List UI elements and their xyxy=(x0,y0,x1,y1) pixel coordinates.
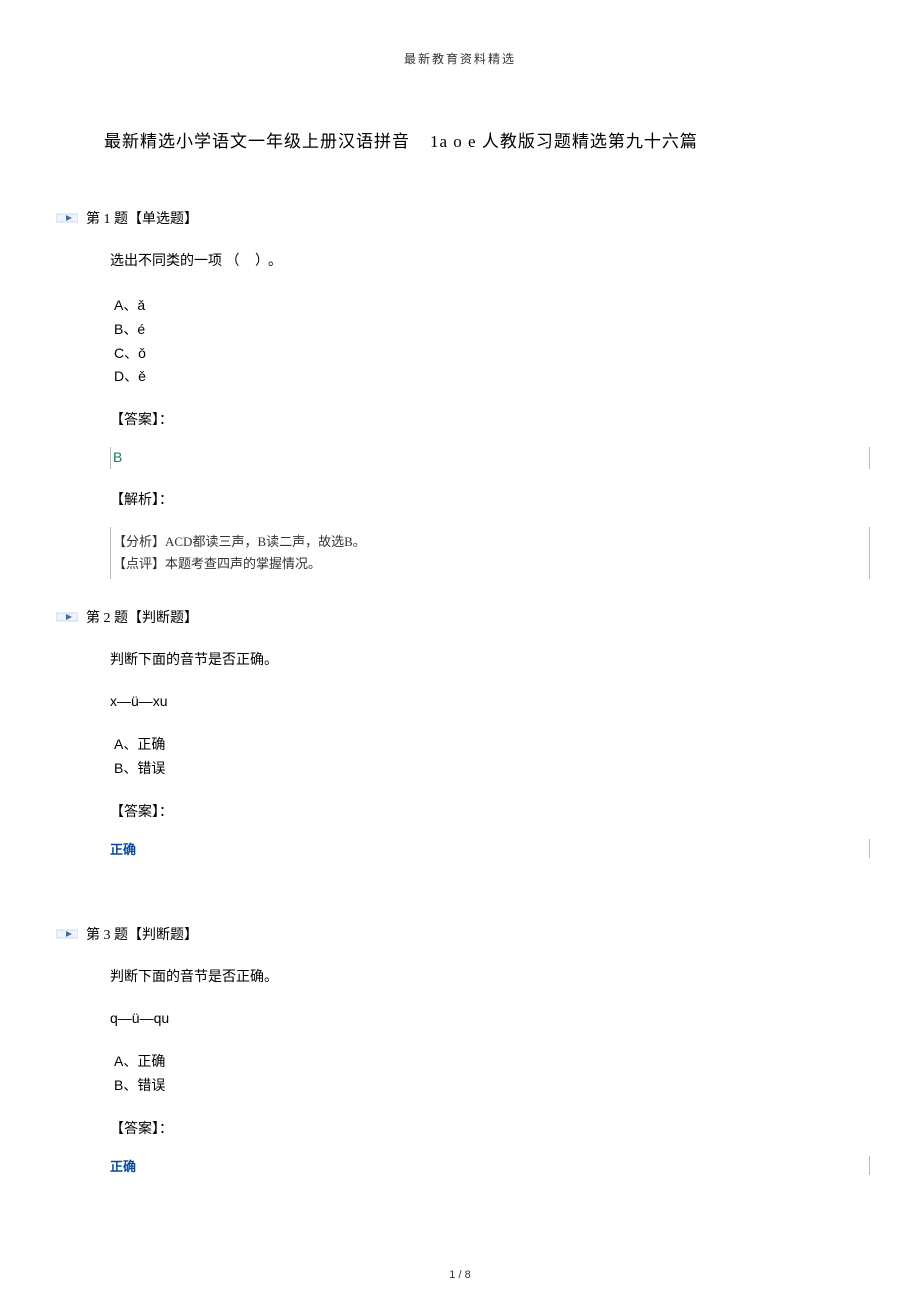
q2-option-a-label: A、 xyxy=(114,736,137,752)
option-c-label: C、 xyxy=(114,345,138,361)
answer-badge: 正确 xyxy=(110,1156,870,1175)
option-a-value: ǎ xyxy=(137,297,145,313)
q3-option-a-value: 正确 xyxy=(137,1053,165,1069)
q2-option-a-value: 正确 xyxy=(137,736,165,752)
pointer-icon xyxy=(56,211,78,225)
option-b-label: B、 xyxy=(114,321,137,337)
q1-prompt-paren: （ ）。 xyxy=(226,254,289,269)
option-a: A、ǎ xyxy=(114,294,850,318)
question-1-body: 选出不同类的一项 （ ）。 A、ǎ B、é C、ǒ D、ě 【答案】： B 【解… xyxy=(110,250,850,579)
page-header: 最新教育资料精选 xyxy=(70,50,850,67)
option-d-label: D、 xyxy=(114,368,138,384)
question-2-label: 第 2 题【判断题】 xyxy=(86,607,198,627)
question-3-options: A、正确 B、错误 xyxy=(114,1050,850,1098)
q3-option-b-value: 错误 xyxy=(137,1077,165,1093)
option-a: A、正确 xyxy=(114,1050,850,1074)
option-c: C、ǒ xyxy=(114,342,850,366)
analysis-line-2: 【点评】本题考查四声的掌握情况。 xyxy=(113,553,865,575)
analysis-label: 【解析】： xyxy=(110,489,850,509)
option-b: B、错误 xyxy=(114,1074,850,1098)
option-d: D、ě xyxy=(114,365,850,389)
page-content: 最新教育资料精选 最新精选小学语文一年级上册汉语拼音 1a o e 人教版习题精选… xyxy=(0,0,920,1251)
question-3-prompt: 判断下面的音节是否正确。 xyxy=(110,966,850,986)
analysis-box: 【分析】ACD都读三声，B读二声，故选B。 【点评】本题考查四声的掌握情况。 xyxy=(110,527,870,579)
q3-option-b-label: B、 xyxy=(114,1077,137,1093)
question-3-label: 第 3 题【判断题】 xyxy=(86,924,198,944)
question-1-options: A、ǎ B、é C、ǒ D、ě xyxy=(114,294,850,389)
option-b: B、é xyxy=(114,318,850,342)
q2-option-b-value: 错误 xyxy=(137,760,165,776)
title-part2: 1a o e 人教版习题精选第九十六篇 xyxy=(430,132,698,151)
option-b-value: é xyxy=(137,321,145,337)
pointer-icon xyxy=(56,610,78,624)
option-a: A、正确 xyxy=(114,733,850,757)
question-2-syllable: x—ü—xu xyxy=(110,693,850,709)
question-2-options: A、正确 B、错误 xyxy=(114,733,850,781)
analysis-line-1: 【分析】ACD都读三声，B读二声，故选B。 xyxy=(113,531,865,553)
q1-prompt-text: 选出不同类的一项 xyxy=(110,254,222,269)
q2-option-b-label: B、 xyxy=(114,760,137,776)
question-1-label: 第 1 题【单选题】 xyxy=(86,208,198,228)
option-a-label: A、 xyxy=(114,297,137,313)
answer-label: 【答案】： xyxy=(110,801,850,821)
question-1-header: 第 1 题【单选题】 xyxy=(56,208,850,228)
option-c-value: ǒ xyxy=(138,345,146,361)
q3-option-a-label: A、 xyxy=(114,1053,137,1069)
question-3-syllable: q—ü—qu xyxy=(110,1010,850,1026)
page-number: 1 / 8 xyxy=(0,1269,920,1281)
option-d-value: ě xyxy=(138,368,146,384)
answer-badge: 正确 xyxy=(110,839,870,858)
document-title: 最新精选小学语文一年级上册汉语拼音 1a o e 人教版习题精选第九十六篇 xyxy=(104,127,850,152)
question-2-body: 判断下面的音节是否正确。 x—ü—xu A、正确 B、错误 【答案】： 正确 xyxy=(110,649,850,894)
question-2-prompt: 判断下面的音节是否正确。 xyxy=(110,649,850,669)
title-part1: 最新精选小学语文一年级上册汉语拼音 xyxy=(104,132,410,151)
answer-label: 【答案】： xyxy=(110,409,850,429)
answer-box: B xyxy=(110,447,870,469)
question-1-prompt: 选出不同类的一项 （ ）。 xyxy=(110,250,850,270)
question-3-body: 判断下面的音节是否正确。 q—ü—qu A、正确 B、错误 【答案】： 正确 xyxy=(110,966,850,1211)
pointer-icon xyxy=(56,927,78,941)
question-2-header: 第 2 题【判断题】 xyxy=(56,607,850,627)
option-b: B、错误 xyxy=(114,757,850,781)
question-3-header: 第 3 题【判断题】 xyxy=(56,924,850,944)
answer-value: B xyxy=(113,449,122,465)
answer-label: 【答案】： xyxy=(110,1118,850,1138)
